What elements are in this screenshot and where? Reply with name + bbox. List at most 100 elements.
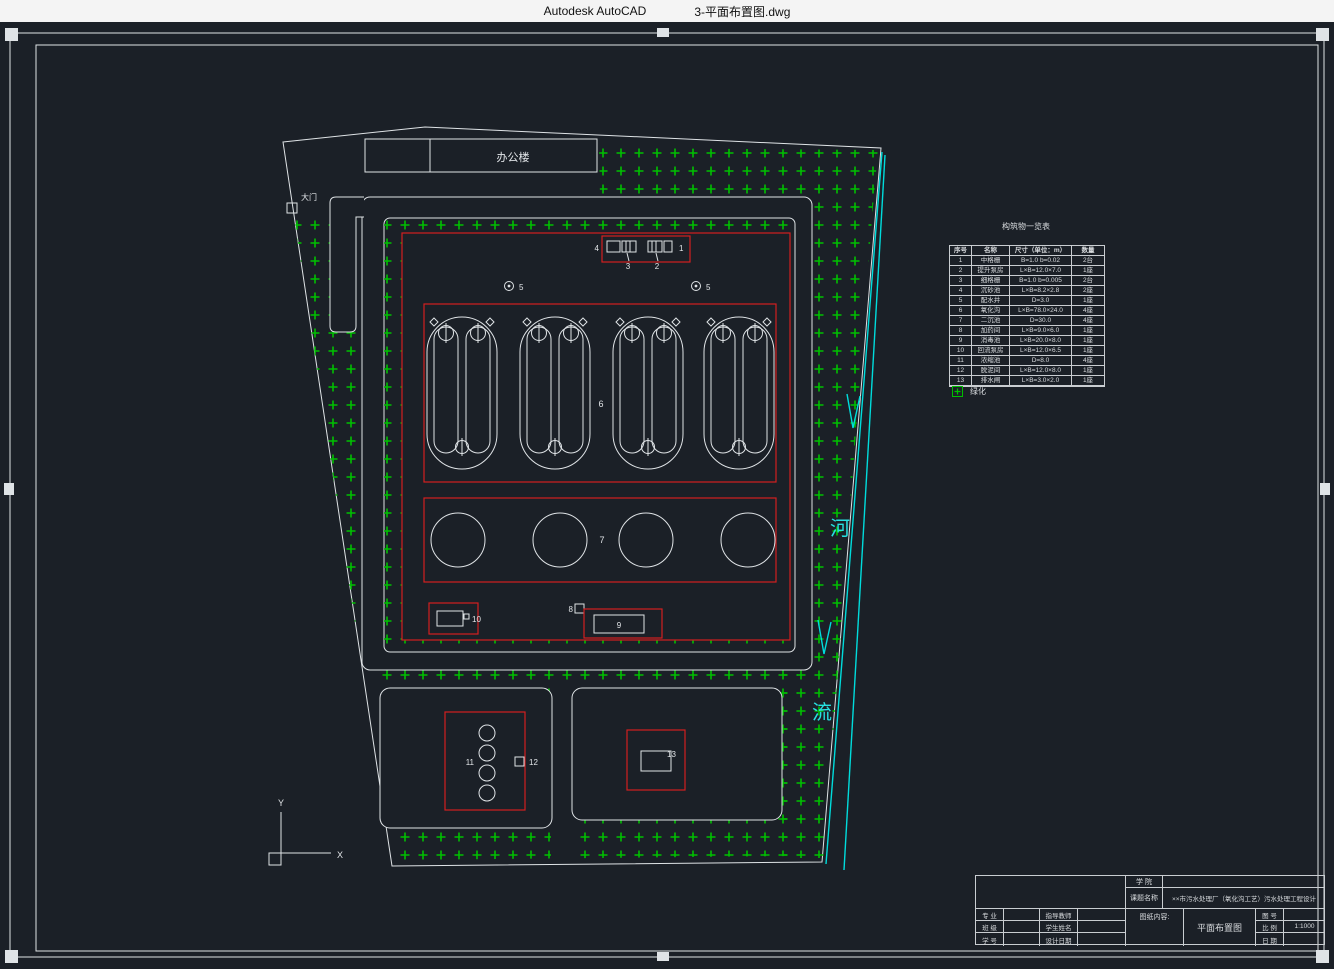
callout-1: 1: [679, 244, 684, 253]
table-cell: 1: [950, 256, 972, 266]
school-value: [1163, 876, 1325, 888]
table-cell: 4座: [1072, 306, 1104, 316]
lower-center-road[interactable]: [551, 684, 573, 862]
table-cell: 浓缩池: [972, 356, 1010, 366]
table-cell: B=1.0 b=0.02: [1010, 256, 1072, 266]
table-header-cell: 序号: [950, 246, 972, 256]
callout-10: 10: [472, 615, 481, 624]
river-char-2: 流: [812, 701, 832, 724]
content-label: 图纸内容:: [1126, 909, 1184, 946]
table-header-cell: 名称: [972, 246, 1010, 256]
greenery-legend-label: 绿化: [970, 386, 986, 397]
table-cell: 中格栅: [972, 256, 1010, 266]
table-cell: 提升泵房: [972, 266, 1010, 276]
table-cell: 1座: [1072, 266, 1104, 276]
table-cell: 7: [950, 316, 972, 326]
table-cell: 11: [950, 356, 972, 366]
callout-8: 8: [569, 605, 574, 614]
tb-label: 设计日期: [1040, 933, 1078, 946]
office-building[interactable]: 办公楼: [365, 139, 597, 172]
structures-table[interactable]: 序号名称尺寸（单位：m）数量1中格栅B=1.0 b=0.022台2提升泵房L×B…: [949, 245, 1105, 387]
tb-label: 指导教师: [1040, 909, 1078, 921]
table-cell: 2台: [1072, 256, 1104, 266]
document-filename: 3-平面布置图.dwg: [694, 3, 790, 20]
table-cell: L×B=3.0×2.0: [1010, 376, 1072, 386]
callout-2: 2: [655, 262, 660, 271]
tb-value: [1078, 921, 1126, 933]
callout-5a: 5: [519, 283, 524, 292]
table-cell: 8: [950, 326, 972, 336]
callout-7: 7: [599, 535, 604, 545]
tb-label: 学 号: [976, 933, 1004, 946]
window-titlebar[interactable]: Autodesk AutoCAD 3-平面布置图.dwg: [0, 0, 1334, 22]
lower-right-plot[interactable]: [572, 688, 782, 820]
table-header-cell: 尺寸（单位：m）: [1010, 246, 1072, 256]
tb-label: 班 级: [976, 921, 1004, 933]
table-cell: 3: [950, 276, 972, 286]
table-cell: L×B=78.0×24.0: [1010, 306, 1072, 316]
sheet-no-value: [1284, 909, 1325, 921]
structures-table-title: 构筑物一览表: [949, 221, 1103, 232]
table-cell: 4: [950, 286, 972, 296]
table-cell: 回流泵房: [972, 346, 1010, 356]
table-cell: D=3.0: [1010, 296, 1072, 306]
callout-9: 9: [617, 621, 622, 630]
table-cell: 2座: [1072, 286, 1104, 296]
table-cell: 10: [950, 346, 972, 356]
river-char-1: 河: [830, 517, 850, 540]
callout-13: 13: [667, 750, 676, 759]
table-cell: 1座: [1072, 346, 1104, 356]
table-header-cell: 数量: [1072, 246, 1104, 256]
table-cell: 5: [950, 296, 972, 306]
tb-label: 学生姓名: [1040, 921, 1078, 933]
table-cell: 13: [950, 376, 972, 386]
ucs-y-label: Y: [278, 798, 284, 808]
table-cell: 沉砂池: [972, 286, 1010, 296]
callout-12: 12: [529, 758, 538, 767]
date-value: [1284, 933, 1325, 946]
project-label: 课题名称: [1126, 888, 1163, 909]
table-cell: 1座: [1072, 336, 1104, 346]
table-cell: 氧化沟: [972, 306, 1010, 316]
table-cell: L×B=12.0×6.5: [1010, 346, 1072, 356]
scale-value: 1:1000: [1284, 921, 1325, 933]
table-cell: 6: [950, 306, 972, 316]
ucs-x-label: X: [337, 850, 343, 860]
table-cell: 排水闸: [972, 376, 1010, 386]
greenery-swatch-icon: [952, 386, 963, 397]
callout-11: 11: [466, 758, 475, 767]
ring-road[interactable]: [362, 197, 812, 670]
table-cell: 1座: [1072, 296, 1104, 306]
title-block[interactable]: 专 业 指导教师 班 级 学生姓名 学 号 设计日期 学 院 课题名称 ××市污…: [975, 875, 1325, 945]
tb-value: [1078, 933, 1126, 946]
callout-4: 4: [595, 244, 600, 253]
table-cell: 1座: [1072, 376, 1104, 386]
table-cell: L×B=20.0×8.0: [1010, 336, 1072, 346]
school-label: 学 院: [1126, 876, 1163, 888]
table-cell: 脱泥间: [972, 366, 1010, 376]
drawing-canvas[interactable]: 办公楼 大门 4 1 3 2 5: [0, 22, 1334, 969]
table-cell: 1座: [1072, 326, 1104, 336]
gate-label: 大门: [301, 192, 317, 202]
tb-label: 专 业: [976, 909, 1004, 921]
table-cell: 配水井: [972, 296, 1010, 306]
app-title: Autodesk AutoCAD: [544, 4, 647, 18]
table-cell: 二沉池: [972, 316, 1010, 326]
office-label: 办公楼: [497, 150, 530, 164]
tb-value: [1004, 933, 1040, 946]
table-cell: 4座: [1072, 356, 1104, 366]
callout-5b: 5: [706, 283, 711, 292]
sheet-no-label: 图 号: [1256, 909, 1284, 921]
callout-3: 3: [626, 262, 631, 271]
title-block-logo-cell: [976, 876, 1126, 909]
table-cell: D=30.0: [1010, 316, 1072, 326]
table-cell: L×B=8.2×2.8: [1010, 286, 1072, 296]
tb-value: [1078, 909, 1126, 921]
scale-label: 比 例: [1256, 921, 1284, 933]
table-cell: 1座: [1072, 366, 1104, 376]
autocad-window: Autodesk AutoCAD 3-平面布置图.dwg: [0, 0, 1334, 969]
table-cell: 细格栅: [972, 276, 1010, 286]
table-cell: L×B=12.0×8.0: [1010, 366, 1072, 376]
drawing-content-value: 平面布置图: [1184, 909, 1256, 946]
table-cell: L×B=12.0×7.0: [1010, 266, 1072, 276]
